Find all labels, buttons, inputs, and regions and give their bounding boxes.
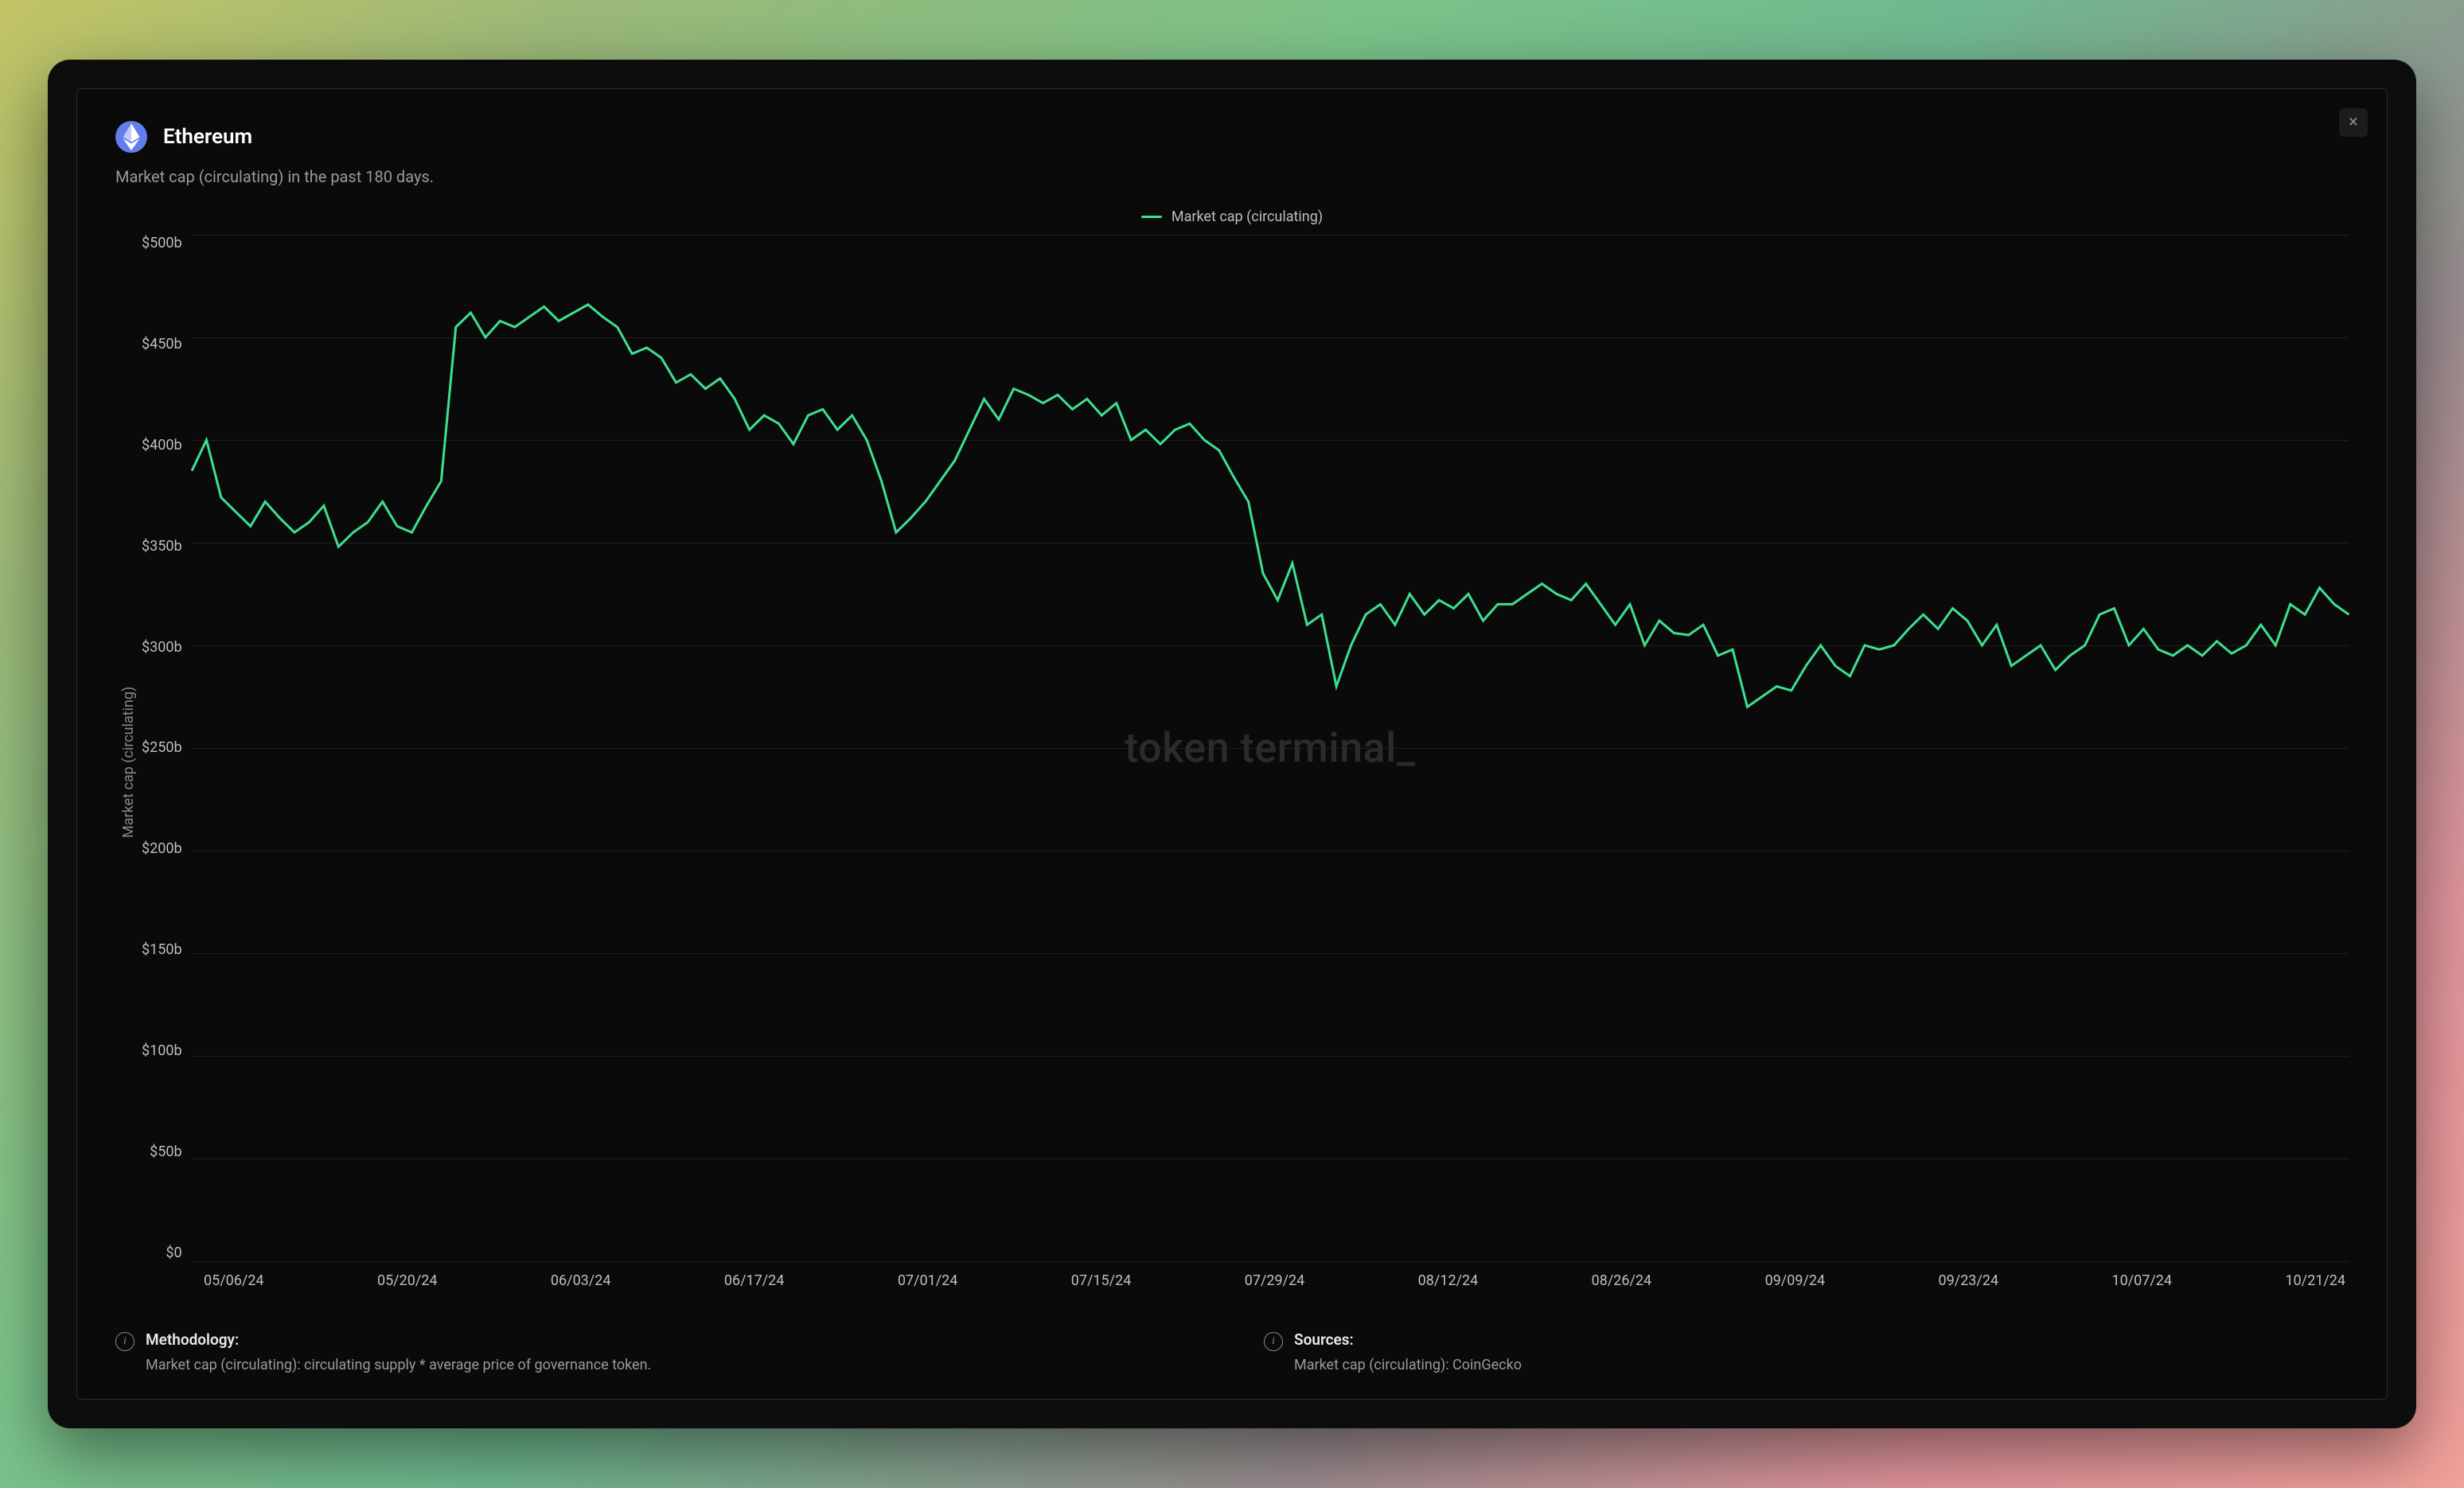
methodology-body: Market cap (circulating): circulating su… <box>146 1357 651 1373</box>
plot-grid[interactable]: token terminal_ <box>192 235 2349 1261</box>
y-tick: $400b <box>142 437 182 454</box>
close-icon: × <box>2349 114 2358 131</box>
y-axis-label: Market cap (circulating) <box>115 235 142 1289</box>
x-tick: 07/01/24 <box>898 1272 958 1289</box>
plot-body: $500b $450b $400b $350b $300b $250b $200b $150b… <box>142 235 2349 1261</box>
legend-swatch <box>1141 216 1162 218</box>
chart-panel: × Ethereum Market cap (circulating) in t… <box>76 88 2388 1400</box>
x-tick: 09/09/24 <box>1765 1272 1826 1289</box>
ethereum-icon <box>115 121 147 153</box>
legend-label: Market cap (circulating) <box>1172 208 1323 225</box>
x-tick: 06/17/24 <box>724 1272 785 1289</box>
x-tick: 08/12/24 <box>1418 1272 1479 1289</box>
info-icon: i <box>1264 1332 1283 1351</box>
y-tick: $350b <box>142 538 182 555</box>
x-tick: 07/29/24 <box>1245 1272 1305 1289</box>
app-window: × Ethereum Market cap (circulating) in t… <box>48 60 2416 1428</box>
x-tick: 08/26/24 <box>1592 1272 1652 1289</box>
y-axis: $500b $450b $400b $350b $300b $250b $200b $150b… <box>142 235 192 1261</box>
x-tick: 06/03/24 <box>551 1272 611 1289</box>
y-tick: $450b <box>142 336 182 353</box>
x-tick: 10/07/24 <box>2111 1272 2172 1289</box>
x-tick: 07/15/24 <box>1071 1272 1132 1289</box>
y-tick: $0 <box>166 1245 181 1261</box>
sources-title: Sources: <box>1294 1330 1522 1349</box>
x-tick: 10/21/24 <box>2285 1272 2345 1289</box>
y-tick: $200b <box>142 840 182 857</box>
sources-block: i Sources: Market cap (circulating): Coi… <box>1264 1330 2349 1373</box>
y-tick: $250b <box>142 739 182 756</box>
x-tick: 05/20/24 <box>377 1272 438 1289</box>
y-tick: $50b <box>150 1143 181 1160</box>
chart-area: Market cap (circulating) $500b $450b $400b… <box>115 235 2349 1289</box>
page-title: Ethereum <box>163 125 252 149</box>
methodology-title: Methodology: <box>146 1330 651 1349</box>
sources-body: Market cap (circulating): CoinGecko <box>1294 1357 1522 1373</box>
y-tick: $300b <box>142 639 182 656</box>
methodology-block: i Methodology: Market cap (circulating):… <box>115 1330 1200 1373</box>
plot: $500b $450b $400b $350b $300b $250b $200b $150b… <box>142 235 2349 1289</box>
info-icon: i <box>115 1332 135 1351</box>
page-subtitle: Market cap (circulating) in the past 180… <box>115 167 2349 186</box>
line-series <box>192 235 2349 1261</box>
y-tick: $150b <box>142 941 182 958</box>
y-tick: $100b <box>142 1042 182 1059</box>
x-axis: 05/06/24 05/20/24 06/03/24 06/17/24 07/01/24… <box>142 1272 2349 1289</box>
panel-header: Ethereum <box>115 121 2349 153</box>
x-tick: 09/23/24 <box>1939 1272 1999 1289</box>
close-button[interactable]: × <box>2339 108 2368 137</box>
panel-footer: i Methodology: Market cap (circulating):… <box>115 1324 2349 1373</box>
y-tick: $500b <box>142 235 182 251</box>
chart-legend: Market cap (circulating) <box>115 208 2349 225</box>
x-tick: 05/06/24 <box>204 1272 264 1289</box>
